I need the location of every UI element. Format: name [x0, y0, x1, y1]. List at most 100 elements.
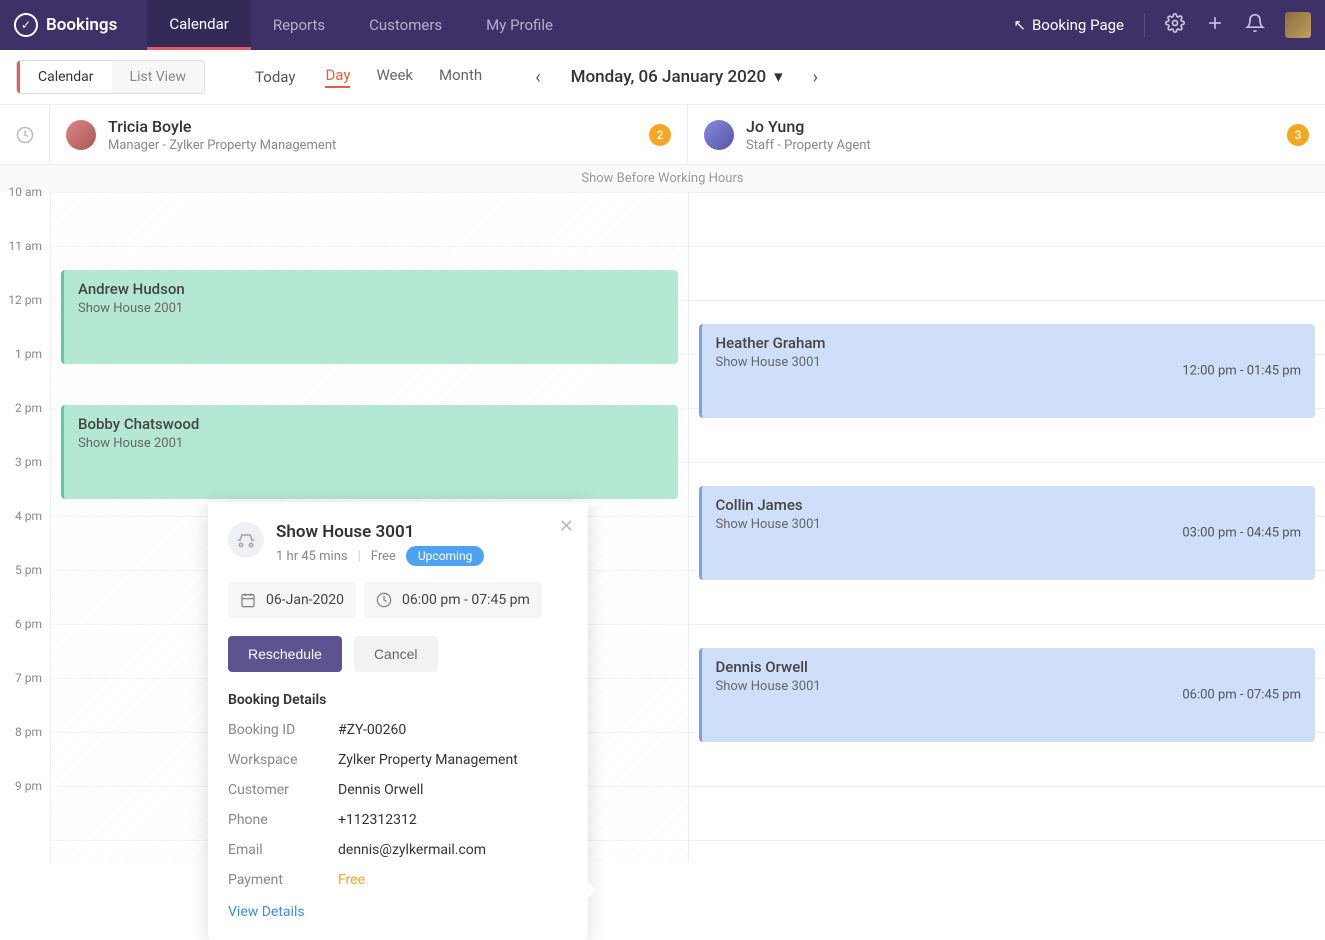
logo-icon: ✓	[14, 13, 38, 37]
event-time: 12:00 pm - 01:45 pm	[1182, 364, 1301, 379]
calendar-col-jo[interactable]: Heather Graham Show House 3001 12:00 pm …	[688, 192, 1325, 862]
time-label: 4 pm	[0, 509, 50, 563]
time-label: 10 am	[0, 185, 50, 239]
app-logo: ✓ Bookings	[14, 13, 117, 37]
tab-my-profile[interactable]: My Profile	[464, 0, 575, 50]
event-bobby-chatswood[interactable]: Bobby Chatswood Show House 2001	[61, 405, 678, 499]
email-value: dennis@zylkermail.com	[338, 842, 486, 858]
time-label: 5 pm	[0, 563, 50, 617]
event-customer: Bobby Chatswood	[78, 415, 664, 433]
staff-avatar	[704, 120, 734, 150]
view-toggle: Calendar List View	[16, 60, 205, 94]
booking-id-value: #ZY-00260	[338, 722, 406, 738]
app-name: Bookings	[46, 15, 117, 35]
time-label: 7 pm	[0, 671, 50, 725]
payment-value: Free	[338, 872, 365, 888]
tab-calendar[interactable]: Calendar	[147, 0, 251, 50]
booking-count-badge: 3	[1287, 124, 1309, 146]
event-time: 06:00 pm - 07:45 pm	[1182, 688, 1301, 703]
popup-time: 06:00 pm - 07:45 pm	[364, 582, 542, 618]
customer-value: Dennis Orwell	[338, 782, 423, 798]
next-day-button[interactable]: ›	[813, 67, 818, 88]
booking-count-badge: 2	[649, 124, 671, 146]
event-dennis-orwell[interactable]: Dennis Orwell Show House 3001 06:00 pm -…	[699, 648, 1316, 742]
booking-page-link[interactable]: ↖ Booking Page	[1013, 16, 1124, 34]
time-gutter-head	[0, 105, 50, 164]
event-service: Show House 2001	[78, 436, 664, 451]
staff-name: Jo Yung	[746, 117, 871, 136]
time-column: 10 am 11 am 12 pm 1 pm 2 pm 3 pm 4 pm 5 …	[0, 192, 50, 862]
staff-role: Staff - Property Agent	[746, 138, 871, 153]
cancel-button[interactable]: Cancel	[354, 636, 438, 672]
tab-reports[interactable]: Reports	[251, 0, 347, 50]
detail-label: Workspace	[228, 752, 338, 768]
chevron-down-icon: ▾	[774, 67, 783, 87]
event-heather-graham[interactable]: Heather Graham Show House 3001 12:00 pm …	[699, 324, 1316, 418]
staff-column-tricia[interactable]: Tricia Boyle Manager - Zylker Property M…	[50, 105, 688, 164]
range-toggle: Day Week Month	[325, 66, 482, 88]
staff-name: Tricia Boyle	[108, 117, 336, 136]
today-button[interactable]: Today	[255, 68, 295, 86]
time-label: 9 pm	[0, 779, 50, 833]
time-label: 11 am	[0, 239, 50, 293]
time-label: 1 pm	[0, 347, 50, 401]
workspace-value: Zylker Property Management	[338, 752, 518, 768]
top-navbar: ✓ Bookings Calendar Reports Customers My…	[0, 0, 1325, 50]
prev-day-button[interactable]: ‹	[535, 67, 540, 88]
event-customer: Andrew Hudson	[78, 280, 664, 298]
detail-label: Customer	[228, 782, 338, 798]
tab-customers[interactable]: Customers	[347, 0, 464, 50]
popup-title: Show House 3001	[276, 522, 484, 542]
time-label: 8 pm	[0, 725, 50, 779]
event-time: 03:00 pm - 04:45 pm	[1182, 526, 1301, 541]
popup-date: 06-Jan-2020	[228, 582, 356, 618]
event-collin-james[interactable]: Collin James Show House 3001 03:00 pm - …	[699, 486, 1316, 580]
time-label: 2 pm	[0, 401, 50, 455]
time-label: 6 pm	[0, 617, 50, 671]
event-customer: Heather Graham	[716, 334, 1302, 352]
staff-header-row: Tricia Boyle Manager - Zylker Property M…	[0, 105, 1325, 165]
clock-icon	[16, 126, 34, 144]
event-customer: Collin James	[716, 496, 1302, 514]
detail-label: Email	[228, 842, 338, 858]
event-customer: Dennis Orwell	[716, 658, 1302, 676]
booking-details-heading: Booking Details	[228, 692, 568, 708]
top-tabs: Calendar Reports Customers My Profile	[147, 0, 575, 50]
service-icon	[228, 522, 264, 558]
divider	[1144, 13, 1145, 37]
staff-role: Manager - Zylker Property Management	[108, 138, 336, 153]
phone-value: +112312312	[338, 812, 417, 828]
booking-detail-popup: ✕ Show House 3001 1 hr 45 mins | Free Up…	[208, 502, 588, 940]
close-icon[interactable]: ✕	[559, 516, 574, 537]
gear-icon[interactable]	[1165, 13, 1185, 37]
detail-label: Payment	[228, 872, 338, 888]
event-andrew-hudson[interactable]: Andrew Hudson Show House 2001	[61, 270, 678, 364]
time-label: 3 pm	[0, 455, 50, 509]
view-list-button[interactable]: List View	[112, 61, 205, 93]
clock-icon	[376, 592, 392, 608]
calendar-icon	[240, 592, 256, 608]
reschedule-button[interactable]: Reschedule	[228, 636, 342, 672]
range-month-button[interactable]: Month	[439, 66, 482, 88]
popup-subtitle: 1 hr 45 mins | Free Upcoming	[276, 546, 484, 566]
show-before-hours-link[interactable]: Show Before Working Hours	[0, 165, 1325, 192]
view-calendar-button[interactable]: Calendar	[17, 61, 112, 93]
calendar-toolbar: Calendar List View Today Day Week Month …	[0, 50, 1325, 105]
event-service: Show House 2001	[78, 301, 664, 316]
detail-label: Booking ID	[228, 722, 338, 738]
range-day-button[interactable]: Day	[325, 66, 350, 88]
cursor-icon: ↖	[1013, 16, 1026, 34]
staff-avatar	[66, 120, 96, 150]
user-avatar[interactable]	[1285, 12, 1311, 38]
time-label: 12 pm	[0, 293, 50, 347]
status-badge: Upcoming	[406, 546, 484, 566]
plus-icon[interactable]	[1205, 13, 1225, 37]
range-week-button[interactable]: Week	[376, 66, 413, 88]
current-date[interactable]: Monday, 06 January 2020 ▾	[571, 67, 783, 87]
staff-column-jo[interactable]: Jo Yung Staff - Property Agent 3	[688, 105, 1325, 164]
calendar-body: 10 am 11 am 12 pm 1 pm 2 pm 3 pm 4 pm 5 …	[0, 192, 1325, 862]
detail-label: Phone	[228, 812, 338, 828]
bell-icon[interactable]	[1245, 13, 1265, 37]
view-details-link[interactable]: View Details	[228, 904, 305, 920]
date-navigator: ‹ Monday, 06 January 2020 ▾ ›	[535, 67, 818, 88]
